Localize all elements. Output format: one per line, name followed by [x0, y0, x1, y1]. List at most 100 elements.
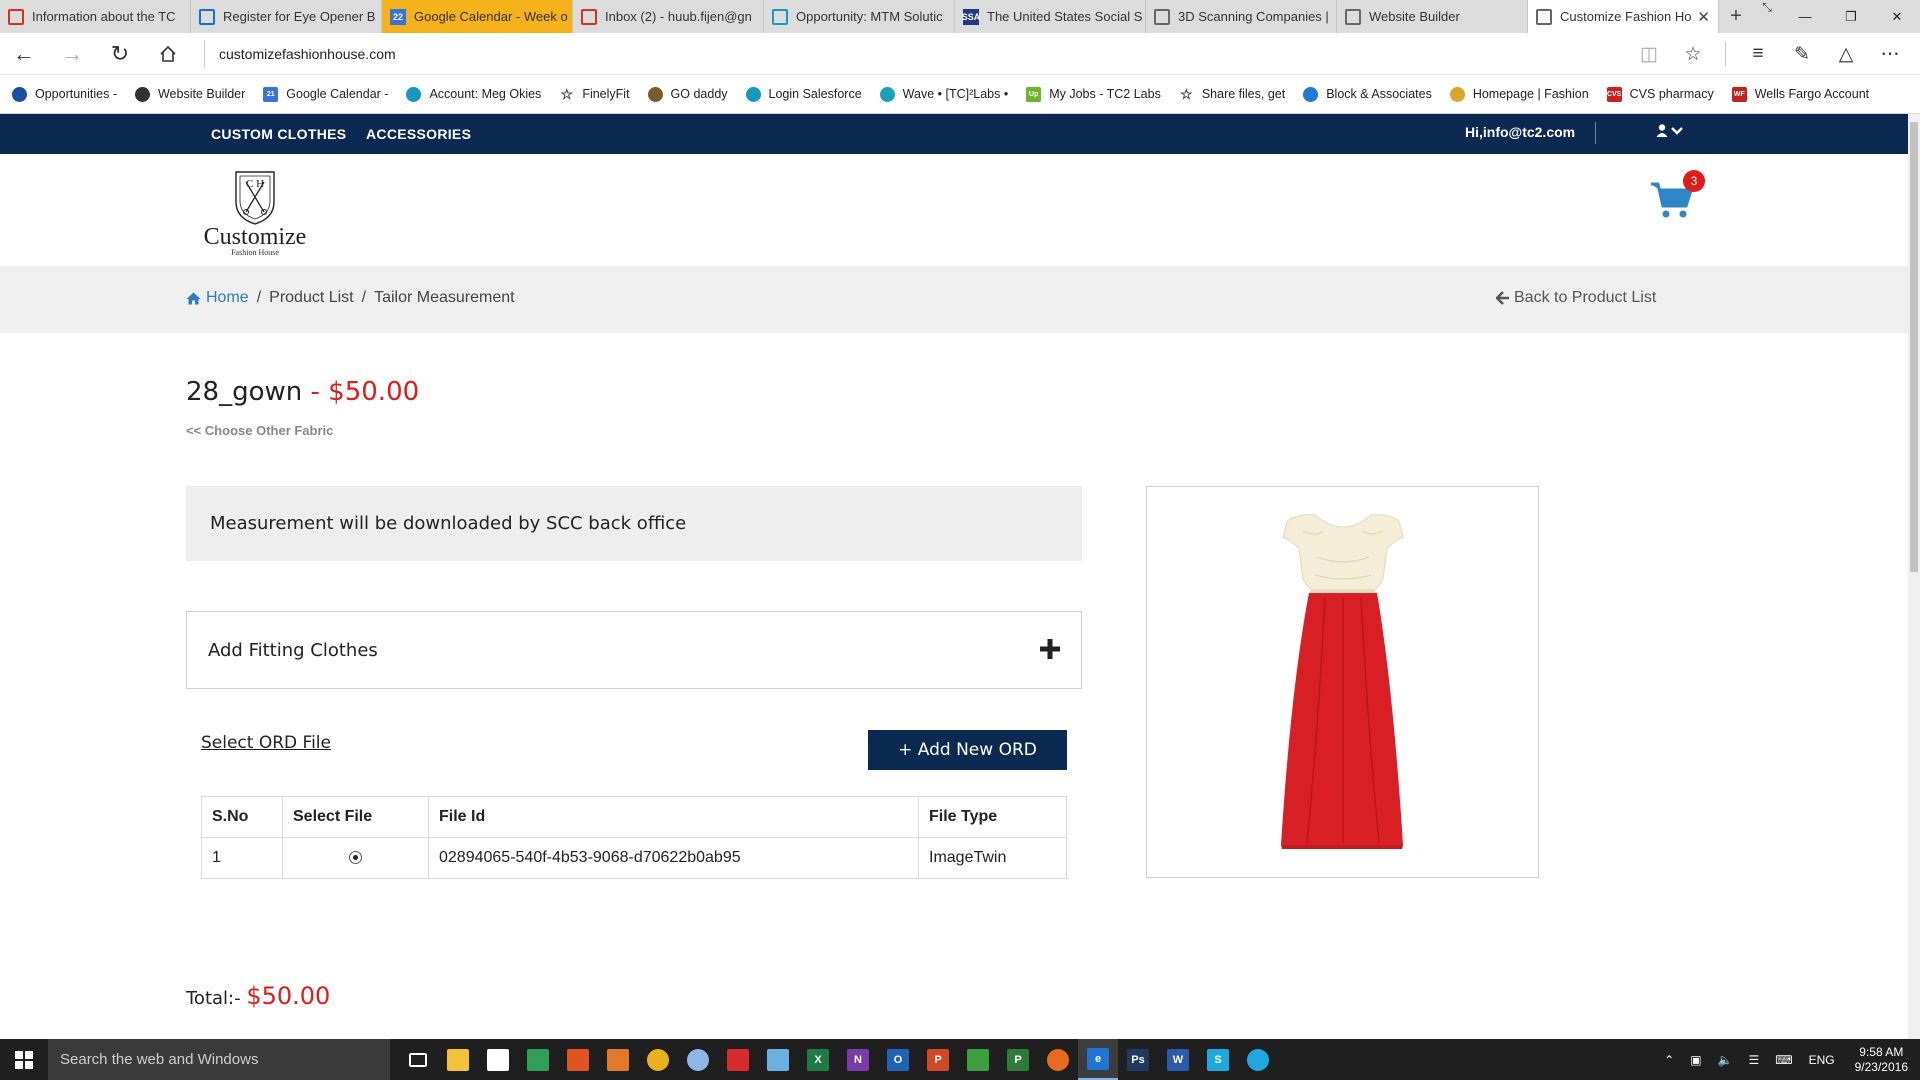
favorite-label: My Jobs - TC2 Labs — [1049, 87, 1161, 101]
favorite-link[interactable]: CVS CVS pharmacy — [1606, 86, 1714, 102]
select-ord-file-label: Select ORD File — [201, 733, 331, 753]
word-icon[interactable]: W — [1158, 1039, 1198, 1080]
add-new-ord-button[interactable]: + Add New ORD — [868, 730, 1067, 770]
keyboard-icon[interactable]: ⌨ — [1767, 1053, 1800, 1067]
onenote-icon[interactable]: N — [838, 1039, 878, 1080]
clock[interactable]: 9:58 AM 9/23/2016 — [1843, 1045, 1920, 1075]
back-to-product-list-link[interactable]: Back to Product List — [1496, 289, 1656, 307]
outlook-icon[interactable]: O — [878, 1039, 918, 1080]
add-fitting-clothes-panel[interactable]: Add Fitting Clothes — [186, 611, 1082, 689]
back-icon[interactable]: ← — [0, 33, 48, 75]
browser-tab[interactable]: Inbox (2) - huub.fijen@gn — [573, 0, 764, 33]
paint-icon[interactable] — [758, 1039, 798, 1080]
tab-label: Opportunity: MTM Solutic — [796, 9, 943, 24]
favorite-link[interactable]: Up My Jobs - TC2 Labs — [1026, 86, 1161, 102]
photoshop-icon[interactable]: Ps — [1118, 1039, 1158, 1080]
favorite-link[interactable]: Wave • [TC]²Labs • — [879, 86, 1009, 102]
taskbar-app-glyph: P — [927, 1048, 949, 1071]
edge-icon[interactable]: e — [1078, 1039, 1118, 1080]
share-icon[interactable]: △ — [1824, 33, 1868, 75]
scrollbar-thumb[interactable] — [1910, 122, 1918, 572]
favorite-label: Wave • [TC]²Labs • — [902, 87, 1009, 101]
chrome-icon[interactable] — [638, 1039, 678, 1080]
favorite-link[interactable]: Account: Meg Okies — [406, 86, 541, 102]
browser-tab[interactable]: Register for Eye Opener B — [191, 0, 382, 33]
favorite-link[interactable]: 21 Google Calendar - — [263, 86, 388, 102]
browser-tab[interactable]: 3D Scanning Companies | — [1146, 0, 1337, 33]
favorite-link[interactable]: Opportunities - — [12, 86, 117, 102]
page-scrollbar[interactable] — [1908, 114, 1920, 1039]
favorite-link[interactable]: WF Wells Fargo Account — [1731, 86, 1869, 102]
acrobat-icon[interactable] — [718, 1039, 758, 1080]
favorite-link[interactable]: Homepage | Fashion — [1449, 86, 1589, 102]
firefox-icon[interactable] — [1038, 1039, 1078, 1080]
plus-icon[interactable] — [1039, 638, 1061, 660]
camtasia-icon[interactable] — [958, 1039, 998, 1080]
favorite-link[interactable]: Website Builder — [134, 86, 245, 102]
favorites-bar: Opportunities - Website Builder 21 Google C… — [0, 75, 1920, 114]
site-logo[interactable]: C H Customize Fashion House — [195, 168, 315, 257]
taskbar-app-glyph — [409, 1052, 427, 1067]
choose-other-fabric-link[interactable]: << Choose Other Fabric — [186, 423, 333, 438]
user-dropdown-icon[interactable] — [1656, 123, 1686, 142]
close-window-button[interactable]: ✕ — [1874, 0, 1920, 33]
file-explorer-icon[interactable] — [438, 1039, 478, 1080]
action-center-icon[interactable]: ☰ — [1741, 1053, 1768, 1067]
reading-view-icon[interactable]: ◫ — [1627, 33, 1671, 75]
task-view-icon[interactable] — [398, 1039, 438, 1080]
excel-icon[interactable]: X — [798, 1039, 838, 1080]
taskbar-app-glyph — [687, 1048, 709, 1071]
favorite-link[interactable]: ☆ Share files, get — [1179, 86, 1285, 102]
more-icon[interactable]: ⋯ — [1868, 33, 1912, 75]
browser-tab[interactable]: Website Builder — [1337, 0, 1528, 33]
restore-button[interactable]: ❐ — [1828, 0, 1874, 33]
close-tab-icon[interactable]: ✕ — [1697, 8, 1710, 26]
volume-icon[interactable]: 🔈 — [1710, 1053, 1741, 1067]
browser-tab[interactable]: 22 Google Calendar - Week o — [382, 0, 573, 33]
hub-icon[interactable]: ≡ — [1736, 33, 1780, 75]
forward-icon[interactable]: → — [48, 33, 96, 75]
browser-tab[interactable]: Customize Fashion Ho ✕ — [1528, 0, 1719, 33]
favorite-label: FinelyFit — [582, 87, 630, 101]
file-select-radio[interactable] — [349, 851, 362, 865]
favorite-link[interactable]: ☆ FinelyFit — [559, 86, 630, 102]
browser-tab[interactable]: Information about the TC — [0, 0, 191, 33]
show-hidden-icons-icon[interactable]: ⌃ — [1656, 1053, 1682, 1067]
project-icon[interactable]: P — [998, 1039, 1038, 1080]
photos-icon[interactable] — [518, 1039, 558, 1080]
favorite-link[interactable]: Block & Associates — [1303, 86, 1432, 102]
menu-accessories[interactable]: ACCESSORIES — [366, 126, 471, 142]
header-file-type: File Type — [918, 796, 1067, 838]
favorite-link[interactable]: Login Salesforce — [745, 86, 862, 102]
minimize-button[interactable]: — — [1782, 0, 1828, 33]
address-bar[interactable]: customizefashionhouse.com — [204, 39, 396, 68]
window-controls: — ❐ ✕ — [1782, 0, 1920, 33]
home-icon[interactable] — [144, 33, 192, 75]
taskbar-search-input[interactable]: Search the web and Windows — [48, 1039, 390, 1080]
browser-tab[interactable]: Opportunity: MTM Solutic — [764, 0, 955, 33]
menu-custom-clothes[interactable]: CUSTOM CLOTHES — [211, 126, 346, 142]
skype-icon[interactable]: S — [1198, 1039, 1238, 1080]
taskbar-app-glyph: e — [1087, 1047, 1109, 1070]
favorite-link[interactable]: GO daddy — [647, 86, 728, 102]
gear-app-icon[interactable] — [678, 1039, 718, 1080]
network-icon[interactable]: ▣ — [1682, 1053, 1709, 1067]
refresh-icon[interactable]: ↻ — [96, 33, 144, 75]
skype-alt-icon[interactable] — [1238, 1039, 1278, 1080]
power-icon[interactable] — [558, 1039, 598, 1080]
windows-start-icon[interactable] — [0, 1039, 48, 1080]
powerpoint-icon[interactable]: P — [918, 1039, 958, 1080]
breadcrumb-home[interactable]: Home — [186, 289, 249, 307]
new-tab-button[interactable]: + — [1719, 0, 1753, 33]
tab-resize-icon[interactable]: ⤡ — [1752, 0, 1782, 20]
back-link-label[interactable]: Back to Product List — [1514, 289, 1656, 307]
breadcrumb-product-list[interactable]: Product List — [269, 289, 353, 307]
package-icon[interactable] — [598, 1039, 638, 1080]
breadcrumb-home-label[interactable]: Home — [206, 289, 249, 307]
favorite-label: Homepage | Fashion — [1472, 87, 1589, 101]
web-note-icon[interactable]: ✎ — [1780, 33, 1824, 75]
store-icon[interactable] — [478, 1039, 518, 1080]
favorite-star-icon[interactable]: ☆ — [1671, 33, 1715, 75]
browser-tab[interactable]: SSA The United States Social S — [955, 0, 1146, 33]
language-indicator[interactable]: ENG — [1801, 1053, 1843, 1067]
